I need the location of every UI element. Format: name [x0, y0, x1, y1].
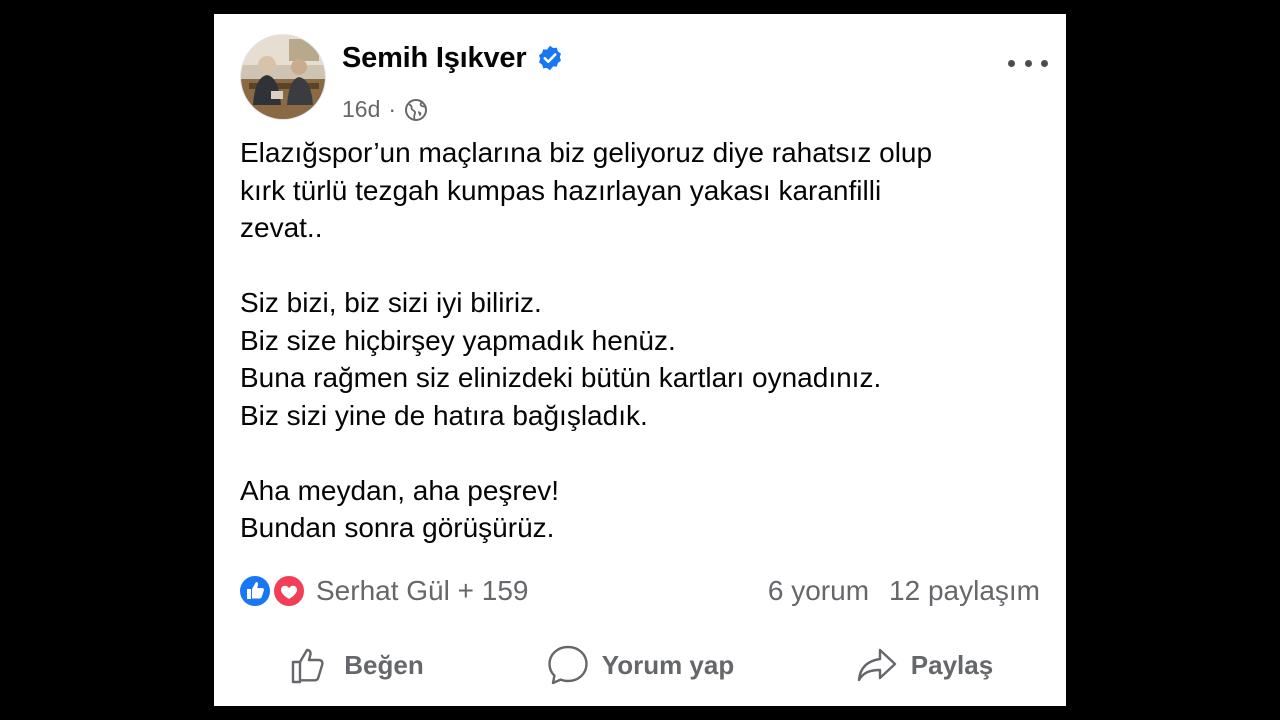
post-paragraph: Siz bizi, biz sizi iyi biliriz. Biz size… [240, 284, 1050, 434]
post-line: Siz bizi, biz sizi iyi biliriz. [240, 287, 542, 318]
post-line: Elazığspor’un maçlarına biz geliyoruz di… [240, 137, 933, 168]
post-time[interactable]: 16d [342, 96, 380, 123]
reactions-count: Serhat Gül + 159 [316, 575, 529, 606]
reaction-icons [238, 573, 310, 609]
more-dot-icon [1008, 59, 1015, 67]
post-text: Elazığspor’un maçlarına biz geliyoruz di… [240, 134, 1050, 547]
action-bar: Beğen Yorum yap Paylaş [214, 634, 1066, 696]
meta-separator: · [388, 96, 397, 122]
post-paragraph: Aha meydan, aha peşrev! Bundan sonra gör… [240, 472, 1050, 547]
share-label: Paylaş [910, 649, 994, 680]
post-line: Buna rağmen siz elinizdeki bütün kartlar… [240, 362, 882, 393]
more-dot-icon [1041, 59, 1048, 67]
share-arrow-icon [855, 643, 899, 687]
post-paragraph: Elazığspor’un maçlarına biz geliyoruz di… [240, 134, 1050, 247]
comment-label: Yorum yap [601, 649, 735, 680]
post-line: Aha meydan, aha peşrev! [240, 474, 560, 506]
like-icon [238, 574, 272, 608]
post-line: Bundan sonra görüşürüz. [240, 512, 555, 543]
verified-badge-icon [536, 44, 564, 72]
more-options-button[interactable] [1008, 54, 1048, 72]
shares-count[interactable]: 12 paylaşım [889, 575, 1040, 607]
share-button[interactable]: Paylaş [782, 643, 1066, 687]
like-button[interactable]: Beğen [214, 643, 498, 687]
post-meta: 16d · [342, 96, 428, 123]
post-line: Biz size hiçbirşey yapmadık henüz. [240, 324, 676, 356]
thumbs-up-icon [288, 643, 332, 687]
love-icon [272, 574, 306, 608]
post-line: kırk türlü tezgah kumpas hazırlayan yaka… [240, 174, 882, 206]
avatar[interactable] [240, 34, 326, 120]
post-line: zevat.. [240, 212, 323, 243]
globe-icon [404, 98, 428, 122]
more-dot-icon [1024, 59, 1032, 67]
post-stats: Serhat Gül + 159 6 yorum 12 paylaşım [238, 571, 1040, 611]
comment-bubble-icon [546, 643, 590, 687]
author-row: Semih Işıkver [342, 38, 564, 78]
comments-count[interactable]: 6 yorum [768, 575, 869, 607]
author-name[interactable]: Semih Işıkver [342, 42, 527, 75]
comment-button[interactable]: Yorum yap [498, 643, 782, 687]
reactions-summary[interactable]: Serhat Gül + 159 [238, 573, 528, 609]
post-card: Semih Işıkver 16d · Elazığspor’un maçlar… [214, 14, 1066, 706]
engagement-counts: 6 yorum 12 paylaşım [768, 575, 1040, 607]
post-line: Biz sizi yine de hatıra bağışladık. [240, 399, 648, 431]
like-label: Beğen [344, 649, 424, 680]
post-header: Semih Işıkver 16d · [238, 32, 1048, 122]
